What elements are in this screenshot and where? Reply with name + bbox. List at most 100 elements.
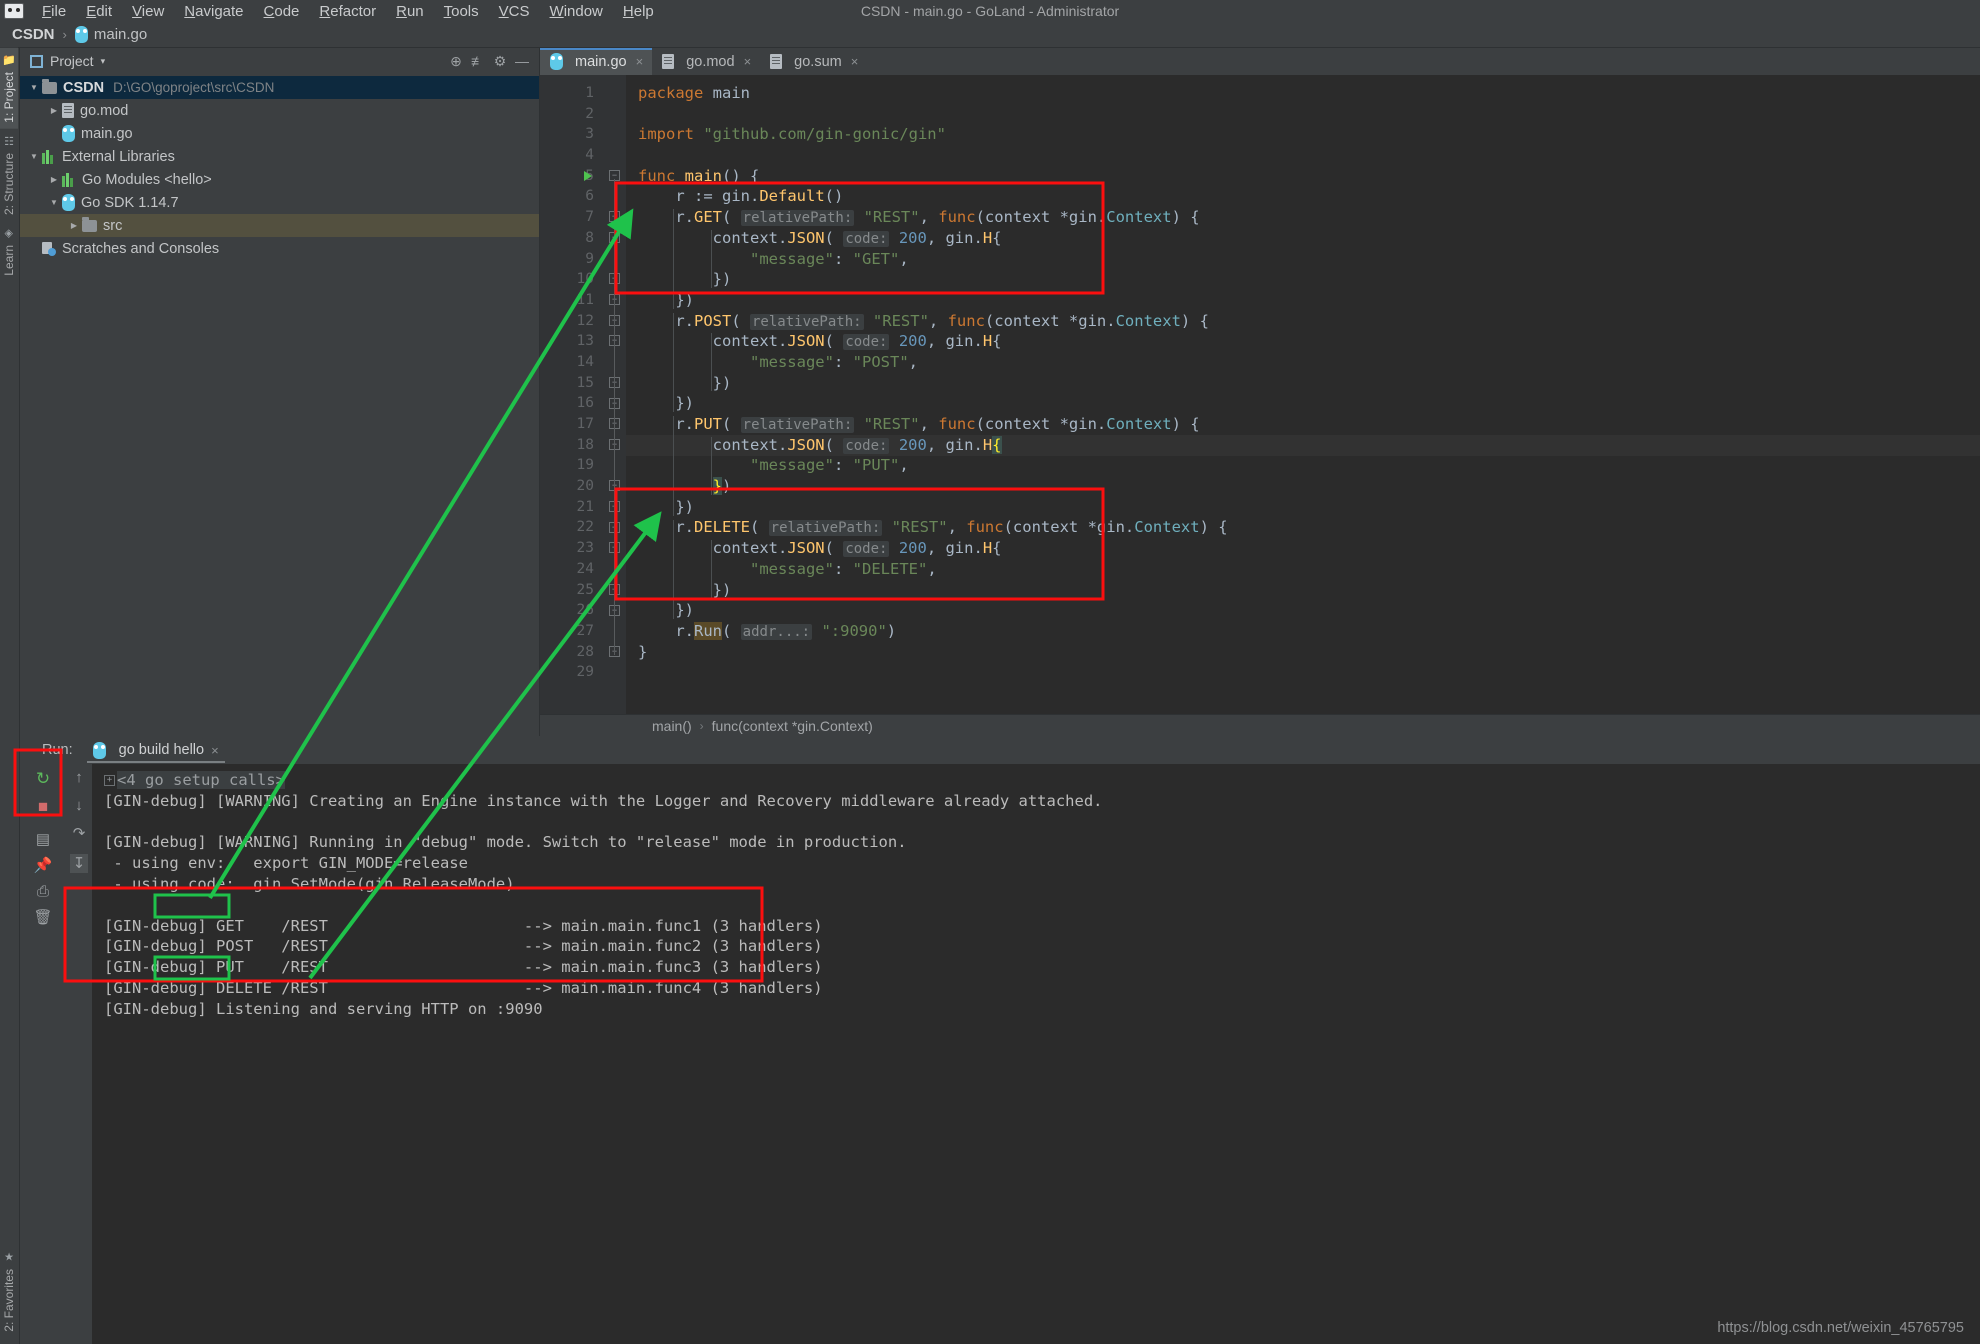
code-line[interactable]: r.Run( addr...: ":9090") [638,621,1980,642]
breadcrumb-item[interactable]: main() [652,718,692,734]
tree-node-go-mod[interactable]: go.mod [20,99,539,122]
rerun-icon[interactable]: ↻ [36,770,50,787]
close-icon[interactable]: × [744,54,752,69]
code-line[interactable]: }) [638,373,1980,394]
tree-node-go-sdk-1-14-7[interactable]: Go SDK 1.14.7 [20,191,539,214]
down-arrow-icon[interactable]: ↓ [75,798,83,813]
code-line[interactable]: r := gin.Default() [638,186,1980,207]
code-line[interactable]: context.JSON( code: 200, gin.H{ [638,228,1980,249]
code-line[interactable]: r.PUT( relativePath: "REST", func(contex… [638,414,1980,435]
code-line[interactable]: r.POST( relativePath: "REST", func(conte… [638,311,1980,332]
tree-node-main-go[interactable]: main.go [20,122,539,145]
chevron-right-icon[interactable] [46,106,62,115]
tool-window-button-project[interactable]: 1: Project📁 [0,48,18,129]
breadcrumb-navigation-bar[interactable]: CSDN › main.go [0,22,1980,48]
editor-tab-go-sum[interactable]: go.sum× [760,48,867,75]
tree-node-csdn[interactable]: CSDND:\GO\goproject\src\CSDN [20,76,539,99]
code-line[interactable]: package main [638,83,1980,104]
code-line[interactable]: }) [638,476,1980,497]
project-tree[interactable]: CSDND:\GO\goproject\src\CSDNgo.modmain.g… [20,74,539,260]
tree-node-scratches-and-consoles[interactable]: Scratches and Consoles [20,237,539,260]
editor-gutter[interactable]: 1234567891011121314151617181920212223242… [540,75,602,714]
menu-item-navigate[interactable]: Navigate [174,1,253,22]
run-main-gutter-icon[interactable] [584,171,592,181]
menu-item-window[interactable]: Window [540,1,613,22]
code-line[interactable]: }) [638,580,1980,601]
editor-tab-go-mod[interactable]: go.mod× [652,48,760,75]
tool-window-button-learn[interactable]: Learn◈ [0,221,18,282]
editor-fold-column[interactable]: −−−−−−−−−−−−−−−−−− [602,75,626,714]
code-line[interactable]: r.DELETE( relativePath: "REST", func(con… [638,517,1980,538]
nav-file-crumb[interactable]: main.go [75,26,147,43]
code-line[interactable] [638,104,1980,125]
code-line[interactable]: }) [638,393,1980,414]
code-line[interactable]: context.JSON( code: 200, gin.H{ [638,331,1980,352]
left-tool-window-bar[interactable]: 1: Project📁2: Structure☷Learn◈ 2: Favori… [0,48,20,1344]
menu-item-tools[interactable]: Tools [434,1,489,22]
close-icon[interactable]: × [211,743,219,758]
code-line[interactable]: "message": "GET", [638,249,1980,270]
chevron-down-icon[interactable] [26,83,42,92]
menu-bar[interactable]: FileEditViewNavigateCodeRefactorRunTools… [32,3,664,20]
print-icon[interactable]: ⎙ [37,884,49,899]
hide-minimize-icon[interactable]: — [511,53,533,69]
scroll-to-end-icon[interactable]: ↧ [70,854,89,873]
menu-item-file[interactable]: File [32,1,76,22]
code-editor[interactable]: package main import "github.com/gin-goni… [626,75,1980,714]
code-line[interactable] [638,662,1980,683]
code-line[interactable]: }) [638,290,1980,311]
menu-item-vcs[interactable]: VCS [489,1,540,22]
run-configuration-tab[interactable]: go build hello × [87,736,225,764]
tree-node-go-modules-hello[interactable]: Go Modules <hello> [20,168,539,191]
code-line[interactable]: "message": "DELETE", [638,559,1980,580]
editor-tab-main-go[interactable]: main.go× [540,48,652,75]
editor-breadcrumb[interactable]: main()›func(context *gin.Context) [540,714,1980,736]
up-arrow-icon[interactable]: ↑ [75,770,83,785]
chevron-down-icon[interactable]: ▾ [101,56,106,67]
collapse-all-icon[interactable]: ≢ [467,53,489,69]
settings-gear-icon[interactable]: ⚙ [489,53,511,70]
tree-node-external-libraries[interactable]: External Libraries [20,145,539,168]
tree-node-src[interactable]: src [20,214,539,237]
code-line[interactable]: } [638,642,1980,663]
menu-item-refactor[interactable]: Refactor [309,1,386,22]
trash-icon[interactable]: 🗑 [33,910,52,925]
code-line[interactable]: func main() { [638,166,1980,187]
project-title-group[interactable]: Project ▾ [30,53,105,69]
locate-icon[interactable]: ⊕ [445,53,467,70]
chevron-down-icon[interactable] [46,198,62,207]
chevron-right-icon[interactable] [46,175,62,184]
nav-project-crumb[interactable]: CSDN [12,26,55,43]
code-line[interactable]: }) [638,497,1980,518]
chevron-down-icon[interactable] [26,152,42,161]
code-line[interactable]: context.JSON( code: 200, gin.H{ [638,435,1980,456]
close-icon[interactable]: × [851,54,859,69]
run-toolbar-left[interactable]: ↻ ■ ▤ 📌 ⎙ 🗑 [20,764,66,1344]
tool-window-button-favorites[interactable]: 2: Favorites★ [0,1245,18,1338]
menu-item-run[interactable]: Run [386,1,434,22]
soft-wrap-icon[interactable]: ↷ [73,826,86,841]
menu-item-view[interactable]: View [122,1,174,22]
code-line[interactable]: context.JSON( code: 200, gin.H{ [638,538,1980,559]
code-line[interactable]: r.GET( relativePath: "REST", func(contex… [638,207,1980,228]
editor-body[interactable]: 1234567891011121314151617181920212223242… [540,75,1980,714]
restore-layout-icon[interactable]: ▤ [36,832,50,847]
code-line[interactable]: import "github.com/gin-gonic/gin" [638,124,1980,145]
breadcrumb-item[interactable]: func(context *gin.Context) [712,718,873,734]
tool-window-button-structure[interactable]: 2: Structure☷ [0,129,18,221]
close-icon[interactable]: × [636,54,644,69]
console-output[interactable]: +<4 go setup calls>[GIN-debug] [WARNING]… [92,764,1980,1344]
code-line[interactable]: "message": "PUT", [638,455,1980,476]
console-fold-toggle[interactable]: + [104,775,115,786]
code-line[interactable]: }) [638,269,1980,290]
chevron-right-icon[interactable] [66,221,82,230]
menu-item-help[interactable]: Help [613,1,664,22]
run-toolbar-right[interactable]: ↑ ↓ ↷ ↧ [66,764,92,1344]
menu-item-edit[interactable]: Edit [76,1,122,22]
code-line[interactable]: }) [638,600,1980,621]
editor-tab-bar[interactable]: main.go×go.mod×go.sum× [540,48,1980,75]
stop-icon[interactable]: ■ [38,798,48,815]
code-line[interactable]: "message": "POST", [638,352,1980,373]
code-line[interactable] [638,145,1980,166]
pin-icon[interactable]: 📌 [34,858,53,873]
